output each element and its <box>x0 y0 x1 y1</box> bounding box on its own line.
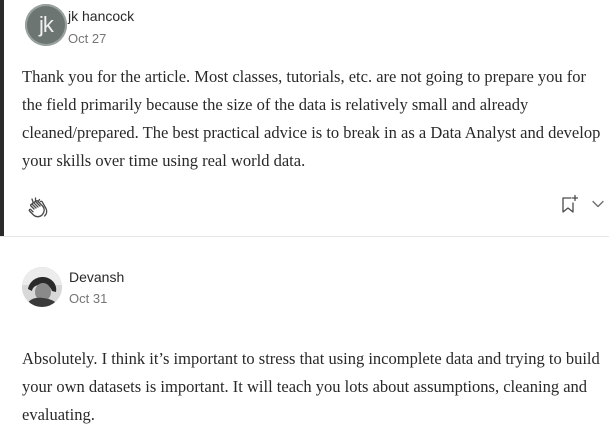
clap-icon[interactable] <box>24 193 52 221</box>
comment-text: Absolutely. I think it’s important to st… <box>22 349 600 424</box>
comment-author[interactable]: jk hancock <box>68 8 134 24</box>
avatar[interactable] <box>22 267 62 307</box>
comment-date[interactable]: Oct 27 <box>68 31 106 46</box>
comment-text: Thank you for the article. Most classes,… <box>22 67 601 170</box>
chevron-down-icon[interactable] <box>590 196 606 212</box>
bookmark-add-icon[interactable] <box>558 193 580 215</box>
comment-author[interactable]: Devansh <box>69 269 124 285</box>
comment-date[interactable]: Oct 31 <box>69 291 107 306</box>
comments-panel: jk jk hancock Oct 27 Thank you for the a… <box>0 0 609 433</box>
avatar[interactable]: jk <box>25 4 67 46</box>
avatar-initials: jk <box>39 12 54 37</box>
comment-divider <box>0 236 609 237</box>
